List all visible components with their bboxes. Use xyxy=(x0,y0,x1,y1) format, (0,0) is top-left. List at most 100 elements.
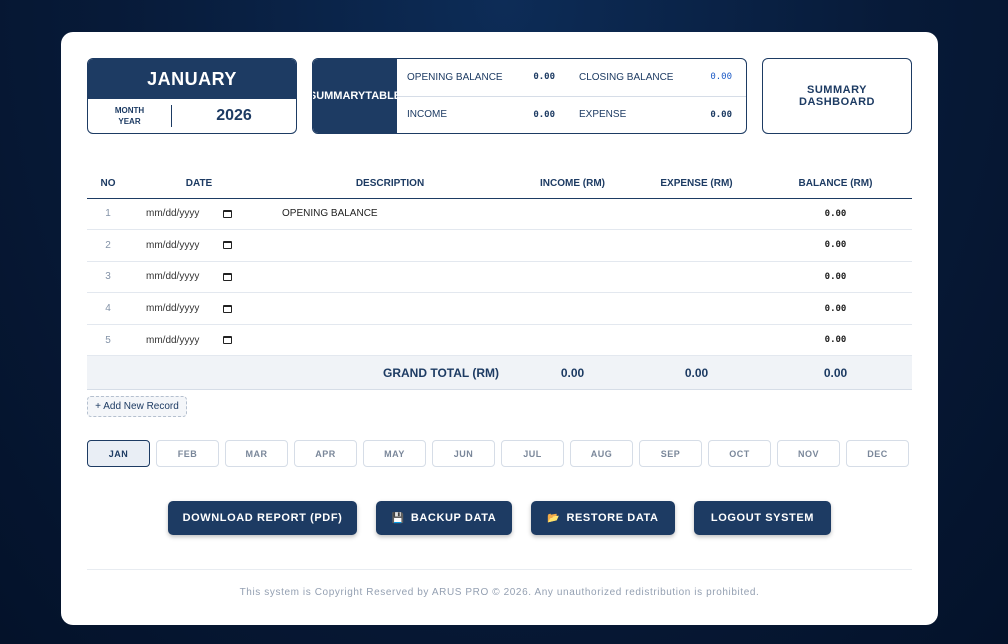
description-input[interactable] xyxy=(269,324,511,357)
tab-oct[interactable]: OCT xyxy=(708,440,771,467)
opening-balance-label: OPENING BALANCE xyxy=(407,71,503,83)
copyright-footer: This system is Copyright Reserved by ARU… xyxy=(239,587,760,598)
income-input[interactable] xyxy=(511,261,634,294)
calendar-icon[interactable] xyxy=(223,209,232,218)
tab-aug[interactable]: AUG xyxy=(570,440,633,467)
balance-value: 0.00 xyxy=(759,261,912,294)
date-input[interactable]: mm/dd/yyyy xyxy=(129,261,269,294)
summary-dashboard-button[interactable]: SUMMARY DASHBOARD xyxy=(762,58,912,134)
tab-feb[interactable]: FEB xyxy=(156,440,219,467)
header-balance: BALANCE (RM) xyxy=(759,169,912,199)
month-year-label: MONTH YEAR xyxy=(88,105,172,127)
table-row: 4 mm/dd/yyyy 0.00 xyxy=(87,292,912,325)
tab-apr[interactable]: APR xyxy=(294,440,357,467)
tab-jan[interactable]: JAN xyxy=(87,440,150,467)
date-input[interactable]: mm/dd/yyyy xyxy=(129,292,269,325)
download-report-label: DOWNLOAD REPORT (PDF) xyxy=(182,512,343,524)
income-input[interactable] xyxy=(511,324,634,357)
date-placeholder: mm/dd/yyyy xyxy=(146,303,200,315)
row-number: 2 xyxy=(87,229,129,262)
tab-mar[interactable]: MAR xyxy=(225,440,288,467)
expense-input[interactable] xyxy=(634,229,759,262)
dashboard-label-line1: SUMMARY xyxy=(807,84,867,96)
expense-input[interactable] xyxy=(634,292,759,325)
income-input[interactable] xyxy=(511,292,634,325)
expense-label: EXPENSE xyxy=(579,109,627,121)
month-title: JANUARY xyxy=(88,59,296,99)
header-expense: EXPENSE (RM) xyxy=(634,169,759,199)
summary-table: SUMMARY TABLE OPENING BALANCE 0.00 CLOSI… xyxy=(312,58,747,134)
grand-total-row: GRAND TOTAL (RM) 0.00 0.00 0.00 xyxy=(87,355,912,391)
date-input[interactable]: mm/dd/yyyy xyxy=(129,324,269,357)
date-placeholder: mm/dd/yyyy xyxy=(146,334,200,346)
summary-row-flow: INCOME 0.00 EXPENSE 0.00 xyxy=(397,95,746,134)
month-label: MONTH xyxy=(114,106,145,115)
calendar-icon[interactable] xyxy=(223,241,232,250)
floppy-disk-icon: 💾 xyxy=(391,512,405,524)
calendar-icon[interactable] xyxy=(223,272,232,281)
dashboard-label-line2: DASHBOARD xyxy=(799,96,875,108)
date-placeholder: mm/dd/yyyy xyxy=(146,208,200,220)
income-input[interactable] xyxy=(511,198,634,231)
description-input[interactable] xyxy=(269,261,511,294)
row-number: 5 xyxy=(87,324,129,357)
month-year-row: MONTH YEAR 2026 xyxy=(88,99,296,133)
header-no: NO xyxy=(87,169,129,199)
calendar-icon[interactable] xyxy=(223,336,232,345)
header-income: INCOME (RM) xyxy=(511,169,634,199)
description-input[interactable] xyxy=(269,229,511,262)
action-buttons: DOWNLOAD REPORT (PDF) 💾 BACKUP DATA 📂 RE… xyxy=(168,501,831,535)
description-input[interactable] xyxy=(269,292,511,325)
restore-data-button[interactable]: 📂 RESTORE DATA xyxy=(531,501,675,535)
expense-input[interactable] xyxy=(634,198,759,231)
date-input[interactable]: mm/dd/yyyy xyxy=(129,229,269,262)
row-number: 4 xyxy=(87,292,129,325)
year-value[interactable]: 2026 xyxy=(172,107,296,125)
backup-data-button[interactable]: 💾 BACKUP DATA xyxy=(376,501,512,535)
income-value: 0.00 xyxy=(533,109,555,120)
opening-balance-value: 0.00 xyxy=(533,72,555,83)
table-row: 1 mm/dd/yyyy OPENING BALANCE 0.00 xyxy=(87,198,912,231)
expense-value: 0.00 xyxy=(710,109,732,120)
tab-sep[interactable]: SEP xyxy=(639,440,702,467)
grand-total-label: GRAND TOTAL (RM) xyxy=(87,355,511,391)
main-card: JANUARY MONTH YEAR 2026 SUMMARY TABLE OP… xyxy=(61,32,938,625)
calendar-icon[interactable] xyxy=(223,304,232,313)
table-header-row: NO DATE DESCRIPTION INCOME (RM) EXPENSE … xyxy=(87,169,912,199)
expense-input[interactable] xyxy=(634,261,759,294)
logout-button[interactable]: LOGOUT SYSTEM xyxy=(694,501,831,535)
expense-input[interactable] xyxy=(634,324,759,357)
backup-data-label: BACKUP DATA xyxy=(410,512,497,524)
header-date: DATE xyxy=(129,169,269,199)
summary-grid: OPENING BALANCE 0.00 CLOSING BALANCE 0.0… xyxy=(397,59,746,133)
date-placeholder: mm/dd/yyyy xyxy=(146,239,200,251)
date-input[interactable]: mm/dd/yyyy xyxy=(129,198,269,231)
header-description: DESCRIPTION xyxy=(269,169,511,199)
description-input[interactable]: OPENING BALANCE xyxy=(269,198,511,231)
balance-value: 0.00 xyxy=(759,292,912,325)
balance-value: 0.00 xyxy=(759,229,912,262)
add-new-record-button[interactable]: + Add New Record xyxy=(87,396,187,417)
closing-balance-label: CLOSING BALANCE xyxy=(579,71,674,83)
tab-jun[interactable]: JUN xyxy=(432,440,495,467)
summary-title-line1: SUMMARY xyxy=(312,90,366,102)
table-row: 3 mm/dd/yyyy 0.00 xyxy=(87,261,912,294)
row-number: 1 xyxy=(87,198,129,231)
summary-row-balance: OPENING BALANCE 0.00 CLOSING BALANCE 0.0… xyxy=(397,59,746,96)
tab-dec[interactable]: DEC xyxy=(846,440,909,467)
table-row: 2 mm/dd/yyyy 0.00 xyxy=(87,229,912,262)
folder-icon: 📂 xyxy=(547,512,561,524)
transactions-table: NO DATE DESCRIPTION INCOME (RM) EXPENSE … xyxy=(87,169,912,391)
income-input[interactable] xyxy=(511,229,634,262)
year-label: YEAR xyxy=(118,117,141,126)
grand-total-income: 0.00 xyxy=(511,355,634,391)
summary-title-line2: TABLE xyxy=(365,90,402,102)
tab-may[interactable]: MAY xyxy=(363,440,426,467)
balance-value: 0.00 xyxy=(759,324,912,357)
income-label: INCOME xyxy=(407,109,447,121)
date-placeholder: mm/dd/yyyy xyxy=(146,271,200,283)
tab-jul[interactable]: JUL xyxy=(501,440,564,467)
summary-table-title: SUMMARY TABLE xyxy=(312,59,401,133)
tab-nov[interactable]: NOV xyxy=(777,440,840,467)
download-report-button[interactable]: DOWNLOAD REPORT (PDF) xyxy=(168,501,357,535)
